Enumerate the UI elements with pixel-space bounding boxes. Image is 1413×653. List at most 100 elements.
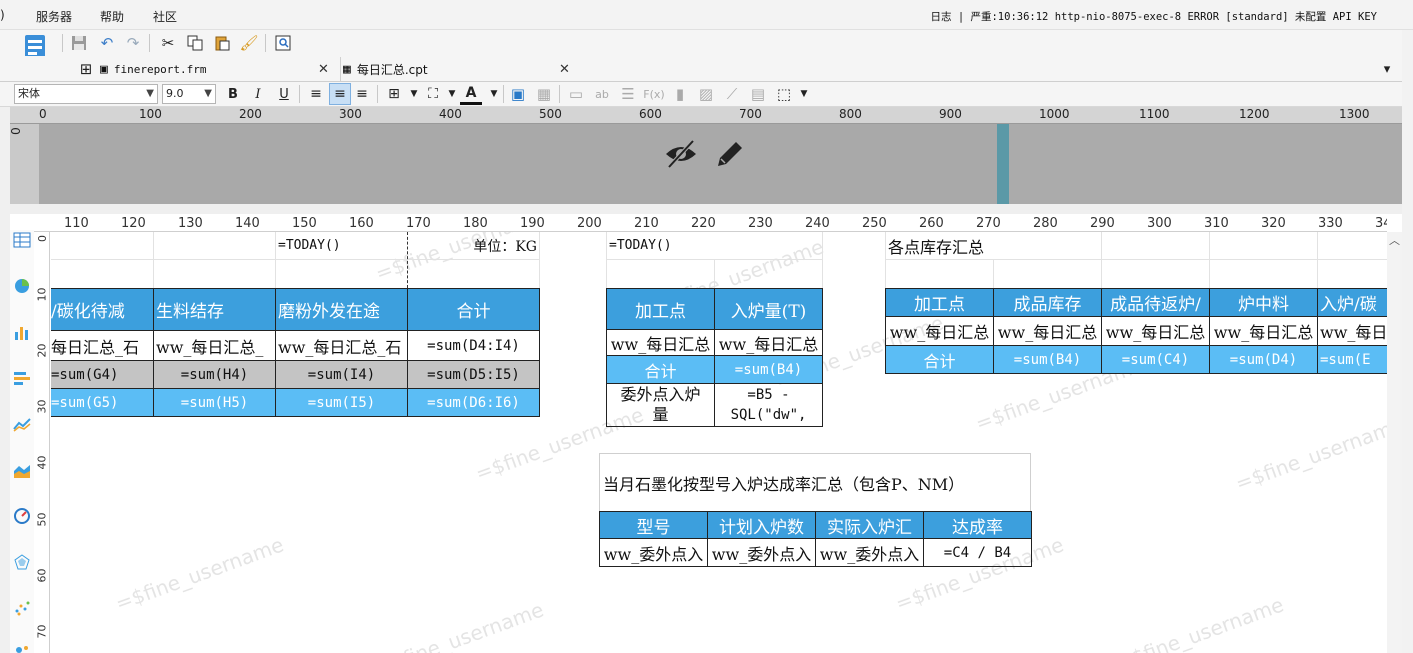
insert-formula-icon[interactable]: F(x): [643, 83, 665, 105]
insert-image-icon[interactable]: ▨: [695, 83, 717, 105]
header-cell[interactable]: 生料结存: [154, 288, 276, 331]
data-cell[interactable]: ww_委外点入: [599, 539, 708, 567]
insert-data-column-icon[interactable]: ▭: [565, 83, 587, 105]
formula-cell[interactable]: =sum(G5): [51, 389, 154, 417]
bubble-chart-icon[interactable]: [13, 642, 31, 653]
formula-cell[interactable]: =sum(I4): [276, 361, 408, 389]
format-brush-icon[interactable]: 🖌: [238, 32, 260, 54]
formula-cell[interactable]: =sum(G4): [51, 361, 154, 389]
line-chart-icon[interactable]: [13, 416, 31, 432]
header-cell[interactable]: 合计: [408, 288, 540, 331]
header-cell[interactable]: /碳化待减: [51, 288, 154, 331]
total-label-cell[interactable]: 合计: [885, 346, 994, 374]
paste-icon[interactable]: [211, 32, 233, 54]
title-cell[interactable]: 各点库存汇总: [886, 232, 1100, 259]
bold-button[interactable]: B: [222, 83, 244, 105]
chevron-down-icon[interactable]: ▼: [793, 83, 815, 105]
data-cell[interactable]: ww_每日: [1318, 317, 1387, 346]
area-chart-icon[interactable]: [13, 462, 31, 478]
insert-subreport-icon[interactable]: ▤: [747, 83, 769, 105]
header-cell[interactable]: 加工点: [606, 288, 715, 330]
font-family-select[interactable]: 宋体 ▼: [14, 84, 158, 104]
data-cell[interactable]: ww_每日汇总: [606, 330, 715, 356]
font-size-select[interactable]: 9.0 ▼: [162, 84, 216, 104]
data-cell[interactable]: ww_委外点入: [708, 539, 816, 567]
form-canvas[interactable]: [39, 124, 997, 204]
preview-icon[interactable]: [272, 32, 294, 54]
save-icon[interactable]: [68, 32, 90, 54]
header-cell[interactable]: 型号: [599, 511, 708, 539]
header-cell[interactable]: 达成率: [924, 511, 1032, 539]
formula-cell[interactable]: =C4 / B4: [924, 539, 1032, 567]
pie-chart-icon[interactable]: [13, 278, 31, 294]
formula-cell[interactable]: =sum(E: [1318, 346, 1387, 374]
close-tab-icon[interactable]: ✕: [559, 62, 570, 77]
split-cells-icon[interactable]: ▦: [533, 83, 555, 105]
log-status[interactable]: 日志 | 严重:10:36:12 http-nio-8075-exec-8 ER…: [931, 9, 1377, 24]
cut-icon[interactable]: ✂: [157, 32, 179, 54]
area-separator[interactable]: [10, 204, 1402, 214]
gauge-chart-icon[interactable]: [13, 508, 31, 524]
menu-help[interactable]: 帮助: [100, 8, 124, 25]
formula-cell[interactable]: =sum(B4): [715, 356, 823, 384]
data-cell[interactable]: ww_每日汇总_石: [276, 331, 408, 361]
formula-cell[interactable]: =sum(D5:I5): [408, 361, 540, 389]
formula-cell[interactable]: =sum(H5): [154, 389, 276, 417]
data-cell[interactable]: ww_每日汇总: [1102, 317, 1210, 346]
radar-chart-icon[interactable]: [13, 554, 31, 570]
formula-cell[interactable]: =sum(B4): [994, 346, 1102, 374]
header-cell[interactable]: 入炉/碳: [1318, 288, 1387, 317]
unit-cell[interactable]: 单位：KG: [408, 232, 539, 259]
scatter-chart-icon[interactable]: [13, 600, 31, 616]
copy-icon[interactable]: [184, 32, 206, 54]
data-cell[interactable]: ww_每日汇总: [715, 330, 823, 356]
header-cell[interactable]: 入炉量(T): [715, 288, 823, 330]
header-cell[interactable]: 成品库存: [994, 288, 1102, 317]
table-chart-icon[interactable]: [13, 232, 31, 248]
align-center-icon[interactable]: ≡: [329, 83, 351, 105]
header-cell[interactable]: 磨粉外发在途: [276, 288, 408, 331]
redo-icon[interactable]: ↷: [122, 32, 144, 54]
formula-cell[interactable]: =sum(D4): [1210, 346, 1318, 374]
formula-cell[interactable]: =sum(D6:I6): [408, 389, 540, 417]
tab-daily-summary[interactable]: ▦ 每日汇总.cpt ✕: [340, 57, 576, 81]
underline-button[interactable]: U: [273, 83, 295, 105]
menu-server[interactable]: 服务器: [36, 8, 72, 25]
tab-finereport-frm[interactable]: ▣ finereport.frm ✕: [100, 57, 336, 81]
formula-cell[interactable]: =sum(D4:I4): [408, 331, 540, 361]
insert-chart-icon[interactable]: ▮: [669, 83, 691, 105]
align-left-icon[interactable]: ≡: [305, 83, 327, 105]
formula-cell[interactable]: =sum(C4): [1102, 346, 1210, 374]
align-right-icon[interactable]: ≡: [351, 83, 373, 105]
data-cell[interactable]: 每日汇总_石: [51, 331, 154, 361]
horizontal-bar-chart-icon[interactable]: [13, 370, 31, 386]
report-sheet[interactable]: =$fine_username =$fine_username =$fine_u…: [51, 232, 1387, 653]
form-width-marker[interactable]: [997, 124, 1009, 204]
total-label-cell[interactable]: 合计: [606, 356, 715, 384]
formula-cell[interactable]: =sum(I5): [276, 389, 408, 417]
formula-cell[interactable]: =B5 - SQL("dw",: [715, 384, 823, 427]
data-cell[interactable]: ww_每日汇总: [885, 317, 994, 346]
scroll-up-icon[interactable]: ︿: [1389, 232, 1400, 248]
undo-icon[interactable]: ↶: [96, 32, 118, 54]
header-cell[interactable]: 计划入炉数: [708, 511, 816, 539]
header-cell[interactable]: 加工点: [885, 288, 994, 317]
insert-slash-icon[interactable]: ⟋: [721, 83, 743, 105]
menu-community[interactable]: 社区: [153, 8, 177, 25]
today-cell[interactable]: =TODAY(): [276, 232, 406, 259]
grid-icon[interactable]: ⊞: [75, 58, 97, 80]
italic-button[interactable]: I: [247, 83, 269, 105]
data-cell[interactable]: ww_委外点入: [816, 539, 924, 567]
merge-cells-icon[interactable]: ▣: [507, 83, 529, 105]
data-cell[interactable]: ww_每日汇总_: [154, 331, 276, 361]
data-cell[interactable]: ww_每日汇总: [994, 317, 1102, 346]
tab-menu-icon[interactable]: ▾: [1376, 58, 1398, 80]
today-cell[interactable]: =TODAY(): [607, 232, 822, 259]
vertical-scrollbar[interactable]: ︿: [1387, 232, 1402, 653]
close-tab-icon[interactable]: ✕: [318, 62, 329, 77]
title-cell[interactable]: 当月石墨化按型号入炉达成率汇总（包含P、NM）: [601, 470, 1029, 496]
insert-text-icon[interactable]: ab: [591, 83, 613, 105]
header-cell[interactable]: 炉中料: [1210, 288, 1318, 317]
bar-chart-icon[interactable]: [13, 324, 31, 340]
font-color-icon[interactable]: A: [460, 83, 482, 105]
